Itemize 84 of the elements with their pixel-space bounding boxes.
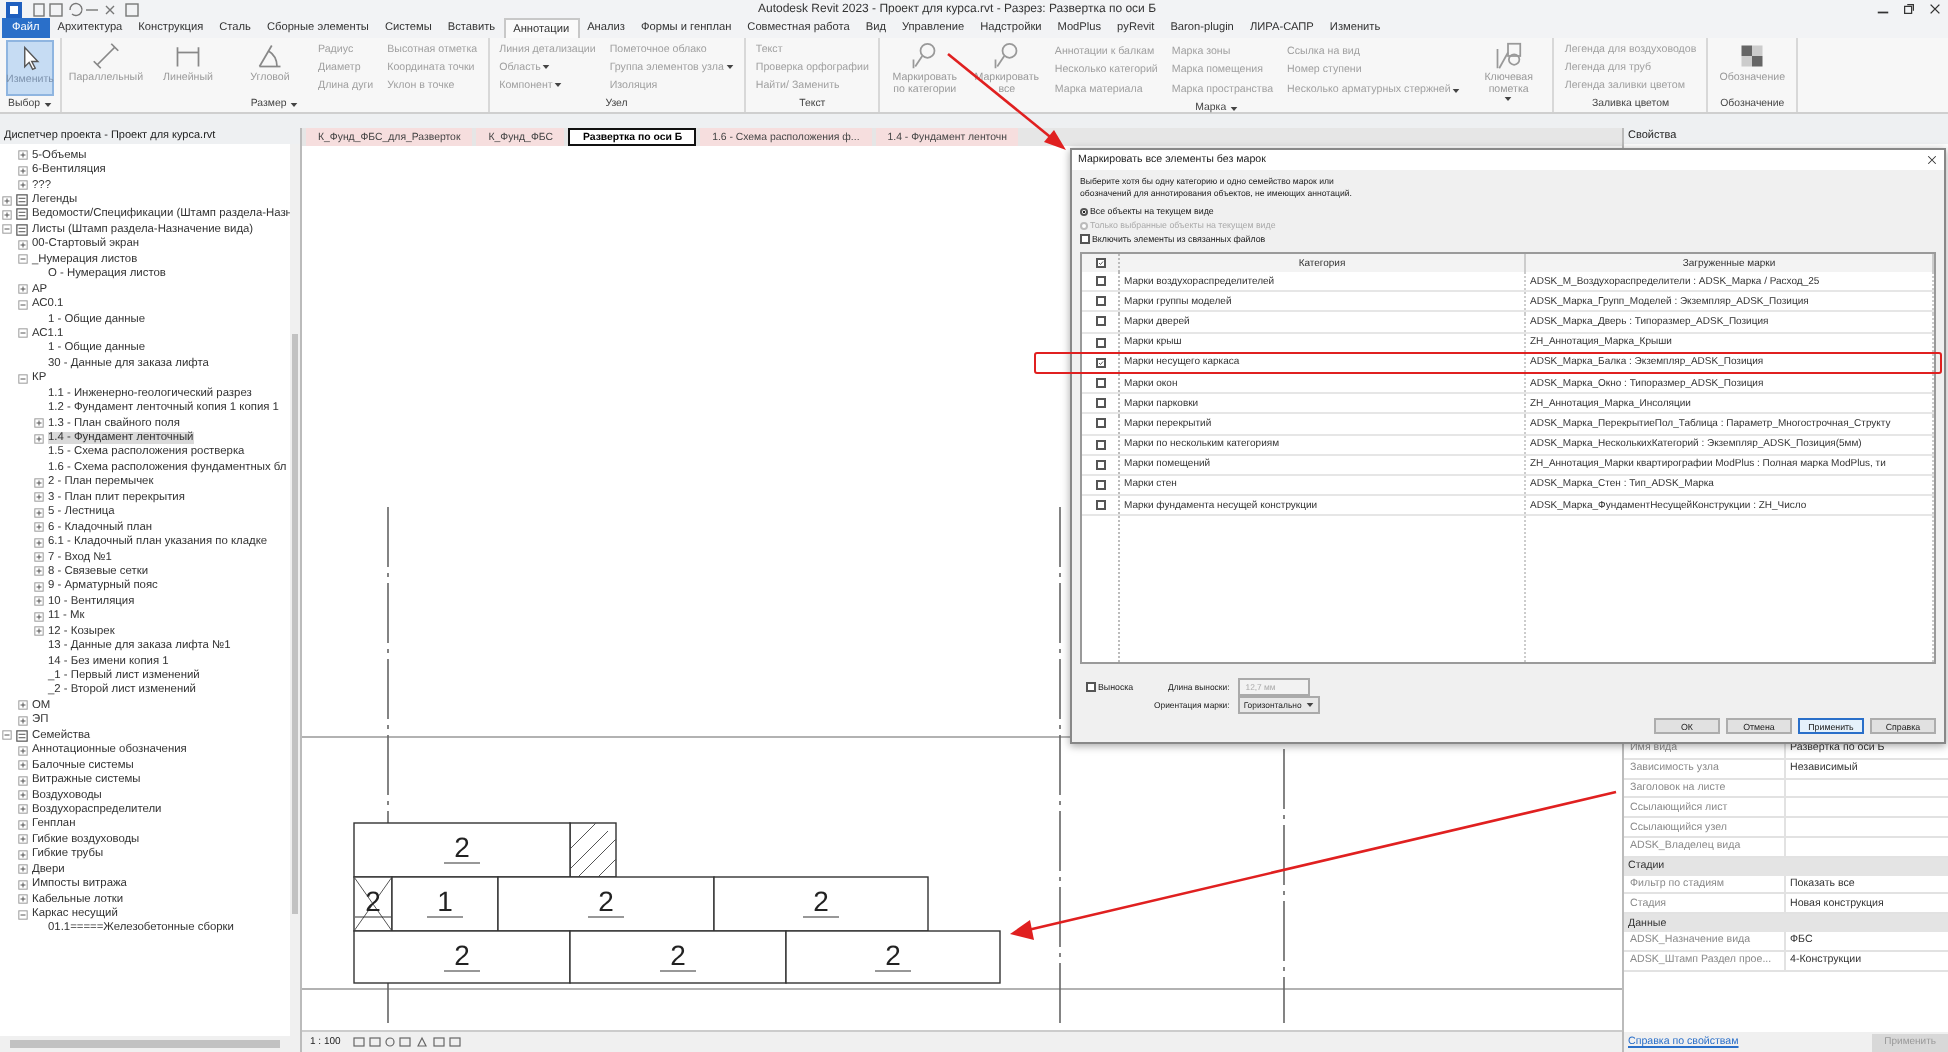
expand-icon[interactable] [18, 180, 28, 191]
list-icon [16, 729, 28, 742]
expand-icon[interactable] [34, 492, 44, 503]
block-mark: 2 [885, 939, 901, 971]
checkbox[interactable] [1095, 439, 1105, 450]
expand-icon[interactable] [34, 552, 44, 563]
checkbox[interactable] [1095, 316, 1105, 327]
collapse-icon[interactable] [18, 373, 28, 384]
expand-icon[interactable] [34, 433, 44, 444]
expand-icon[interactable] [34, 507, 44, 518]
expand-icon[interactable] [18, 715, 28, 726]
close-icon[interactable] [1926, 154, 1938, 166]
checkbox[interactable] [1095, 500, 1105, 511]
collapse-icon[interactable] [18, 254, 28, 265]
dimension-icon [92, 42, 120, 70]
checkbox[interactable] [1095, 459, 1105, 470]
expand-icon[interactable] [34, 581, 44, 592]
checkbox[interactable] [1095, 337, 1105, 348]
collapse-icon[interactable] [2, 730, 12, 741]
checkbox[interactable] [1095, 479, 1105, 490]
block-mark: 2 [670, 939, 686, 971]
expand-icon[interactable] [34, 537, 44, 548]
expand-icon[interactable] [18, 284, 28, 295]
expand-icon[interactable] [18, 849, 28, 860]
caret-icon [1452, 87, 1461, 94]
collapse-icon[interactable] [2, 224, 12, 235]
expand-icon[interactable] [18, 700, 28, 711]
expand-icon[interactable] [18, 760, 28, 771]
block-mark: 2 [813, 885, 829, 917]
checkbox[interactable] [1095, 357, 1105, 368]
collapse-icon[interactable] [18, 299, 28, 310]
caret-icon [1230, 105, 1239, 111]
block-mark: 1 [437, 885, 453, 917]
expand-icon[interactable] [18, 879, 28, 890]
expand-icon[interactable] [34, 596, 44, 607]
collapse-icon[interactable] [18, 328, 28, 339]
expand-icon[interactable] [2, 195, 12, 206]
caret-icon [1305, 702, 1314, 708]
expand-icon[interactable] [18, 775, 28, 786]
block-mark: 2 [598, 885, 614, 917]
restore-icon[interactable] [1902, 2, 1916, 16]
expand-icon[interactable] [18, 239, 28, 250]
checkbox[interactable] [1095, 276, 1105, 287]
checkbox[interactable] [1095, 296, 1105, 307]
expand-icon[interactable] [34, 626, 44, 637]
expand-icon[interactable] [18, 834, 28, 845]
collapse-icon[interactable] [18, 909, 28, 920]
expand-icon[interactable] [18, 165, 28, 176]
hatched-block-drawing [569, 822, 617, 878]
close-icon[interactable] [1928, 2, 1942, 16]
tag-icon [910, 42, 939, 70]
expand-icon[interactable] [34, 566, 44, 577]
checkbox[interactable] [1095, 418, 1105, 429]
caret-icon [542, 64, 551, 71]
caret-icon [554, 82, 563, 89]
checkbox[interactable] [1080, 234, 1090, 244]
tag-icon [992, 42, 1021, 70]
expand-icon[interactable] [34, 522, 44, 533]
expand-icon[interactable] [18, 150, 28, 161]
expand-icon[interactable] [18, 804, 28, 815]
checkbox[interactable] [1095, 378, 1105, 389]
expand-icon[interactable] [18, 790, 28, 801]
app-logo-icon [6, 1, 22, 17]
caret-icon [290, 101, 299, 107]
keynote-icon [1494, 42, 1523, 70]
dimension-icon [174, 42, 202, 70]
expand-icon[interactable] [18, 745, 28, 756]
checkbox[interactable] [1086, 682, 1096, 692]
expand-icon[interactable] [34, 477, 44, 488]
caret-icon [725, 64, 734, 71]
block-mark: 2 [454, 831, 470, 863]
radio-button[interactable] [1080, 207, 1088, 215]
angle-icon [256, 42, 284, 70]
caret-icon [1504, 96, 1513, 102]
expand-icon[interactable] [34, 611, 44, 622]
expand-icon[interactable] [18, 864, 28, 875]
expand-icon[interactable] [34, 418, 44, 429]
checkbox[interactable] [1095, 258, 1105, 268]
checkbox[interactable] [1095, 398, 1105, 409]
expand-icon[interactable] [18, 894, 28, 905]
expand-icon[interactable] [2, 209, 12, 220]
block-mark: 2 [454, 939, 470, 971]
expand-icon[interactable] [18, 819, 28, 830]
caret-icon [43, 101, 52, 107]
